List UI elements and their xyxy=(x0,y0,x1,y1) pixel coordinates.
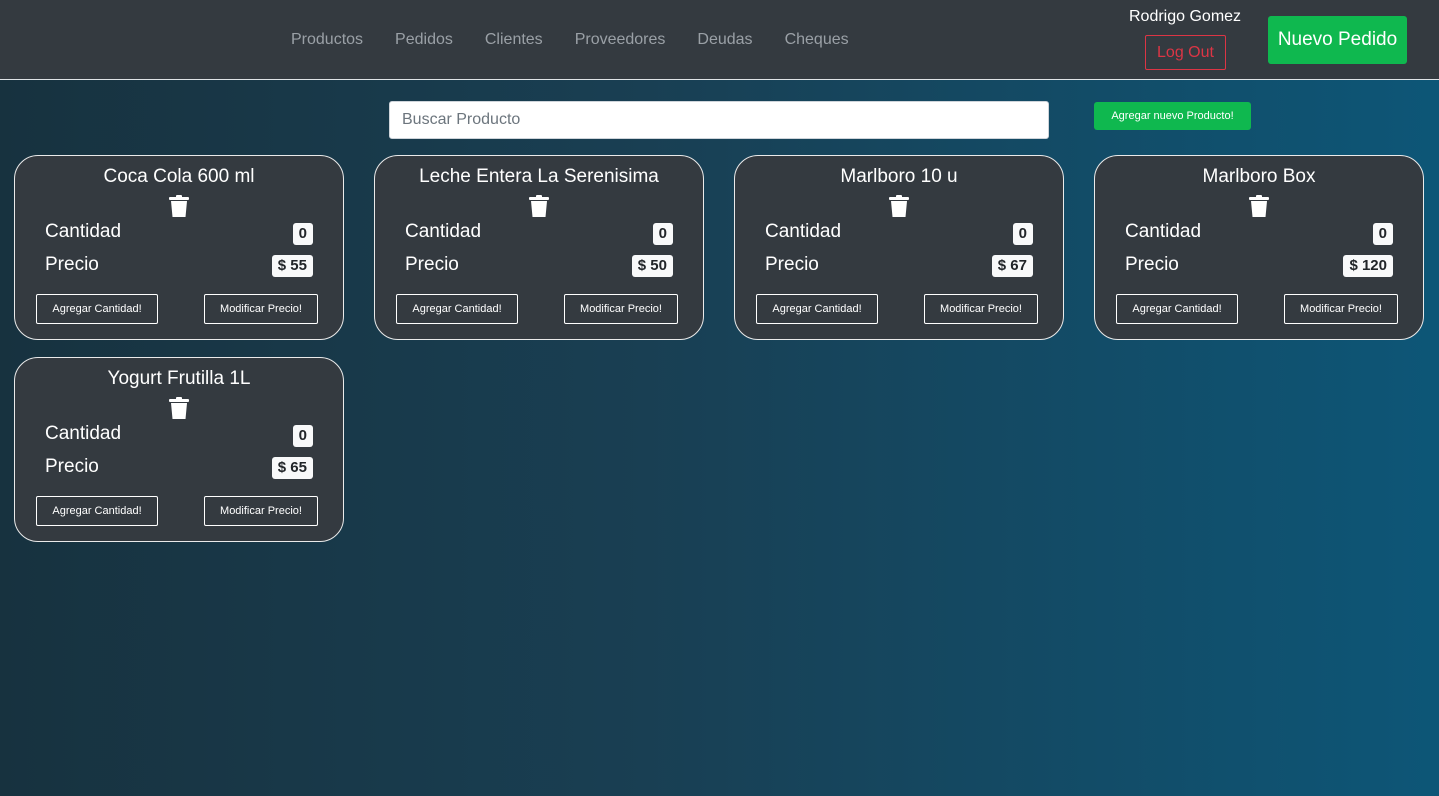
product-card: Yogurt Frutilla 1L Cantidad 0 Precio $ 6… xyxy=(14,357,344,542)
trash-icon[interactable] xyxy=(1249,195,1269,217)
modify-price-button[interactable]: Modificar Precio! xyxy=(1284,294,1398,324)
modify-price-button[interactable]: Modificar Precio! xyxy=(564,294,678,324)
nav-link-pedidos[interactable]: Pedidos xyxy=(379,30,469,50)
nav-link-productos[interactable]: Productos xyxy=(275,30,379,50)
nav-link-clientes[interactable]: Clientes xyxy=(469,30,559,50)
price-badge: $ 50 xyxy=(631,255,673,277)
trash-icon[interactable] xyxy=(889,195,909,217)
product-name: Leche Entera La Serenisima xyxy=(419,166,659,187)
nav-link-proveedores[interactable]: Proveedores xyxy=(559,30,682,50)
trash-icon[interactable] xyxy=(169,195,189,217)
add-quantity-button[interactable]: Agregar Cantidad! xyxy=(1116,294,1238,324)
product-name: Yogurt Frutilla 1L xyxy=(107,368,251,389)
add-quantity-button[interactable]: Agregar Cantidad! xyxy=(756,294,878,324)
quantity-badge: 0 xyxy=(292,223,313,245)
navbar: Productos Pedidos Clientes Proveedores D… xyxy=(0,0,1439,80)
product-card: Marlboro Box Cantidad 0 Precio $ 120 Agr… xyxy=(1094,155,1424,340)
add-quantity-button[interactable]: Agregar Cantidad! xyxy=(36,294,158,324)
quantity-badge: 0 xyxy=(1372,223,1393,245)
product-name: Coca Cola 600 ml xyxy=(103,166,255,187)
logout-button[interactable]: Log Out xyxy=(1145,35,1226,70)
modify-price-button[interactable]: Modificar Precio! xyxy=(924,294,1038,324)
quantity-badge: 0 xyxy=(292,425,313,447)
add-quantity-button[interactable]: Agregar Cantidad! xyxy=(396,294,518,324)
quantity-label: Cantidad xyxy=(45,221,122,242)
product-name: Marlboro Box xyxy=(1202,166,1316,187)
nav-link-deudas[interactable]: Deudas xyxy=(681,30,768,50)
price-label: Precio xyxy=(45,456,99,477)
quantity-badge: 0 xyxy=(1012,223,1033,245)
price-label: Precio xyxy=(405,254,459,275)
price-badge: $ 55 xyxy=(271,255,313,277)
modify-price-button[interactable]: Modificar Precio! xyxy=(204,294,318,324)
quantity-label: Cantidad xyxy=(45,423,122,444)
product-card: Marlboro 10 u Cantidad 0 Precio $ 67 Agr… xyxy=(734,155,1064,340)
product-card: Coca Cola 600 ml Cantidad 0 Precio $ 55 … xyxy=(14,155,344,340)
price-badge: $ 120 xyxy=(1343,255,1393,277)
search-input[interactable] xyxy=(389,101,1049,139)
add-quantity-button[interactable]: Agregar Cantidad! xyxy=(36,496,158,526)
product-card: Leche Entera La Serenisima Cantidad 0 Pr… xyxy=(374,155,704,340)
new-order-button[interactable]: Nuevo Pedido xyxy=(1268,16,1407,64)
nav-link-cheques[interactable]: Cheques xyxy=(769,30,865,50)
trash-icon[interactable] xyxy=(169,397,189,419)
quantity-label: Cantidad xyxy=(765,221,842,242)
trash-icon[interactable] xyxy=(529,195,549,217)
price-label: Precio xyxy=(45,254,99,275)
price-badge: $ 67 xyxy=(991,255,1033,277)
user-name: Rodrigo Gomez xyxy=(1129,8,1242,25)
nav-links: Productos Pedidos Clientes Proveedores D… xyxy=(275,30,865,50)
quantity-label: Cantidad xyxy=(1125,221,1202,242)
price-label: Precio xyxy=(765,254,819,275)
modify-price-button[interactable]: Modificar Precio! xyxy=(204,496,318,526)
add-product-button[interactable]: Agregar nuevo Producto! xyxy=(1094,102,1251,130)
product-name: Marlboro 10 u xyxy=(840,166,958,187)
quantity-badge: 0 xyxy=(652,223,673,245)
price-badge: $ 65 xyxy=(271,457,313,479)
quantity-label: Cantidad xyxy=(405,221,482,242)
price-label: Precio xyxy=(1125,254,1179,275)
